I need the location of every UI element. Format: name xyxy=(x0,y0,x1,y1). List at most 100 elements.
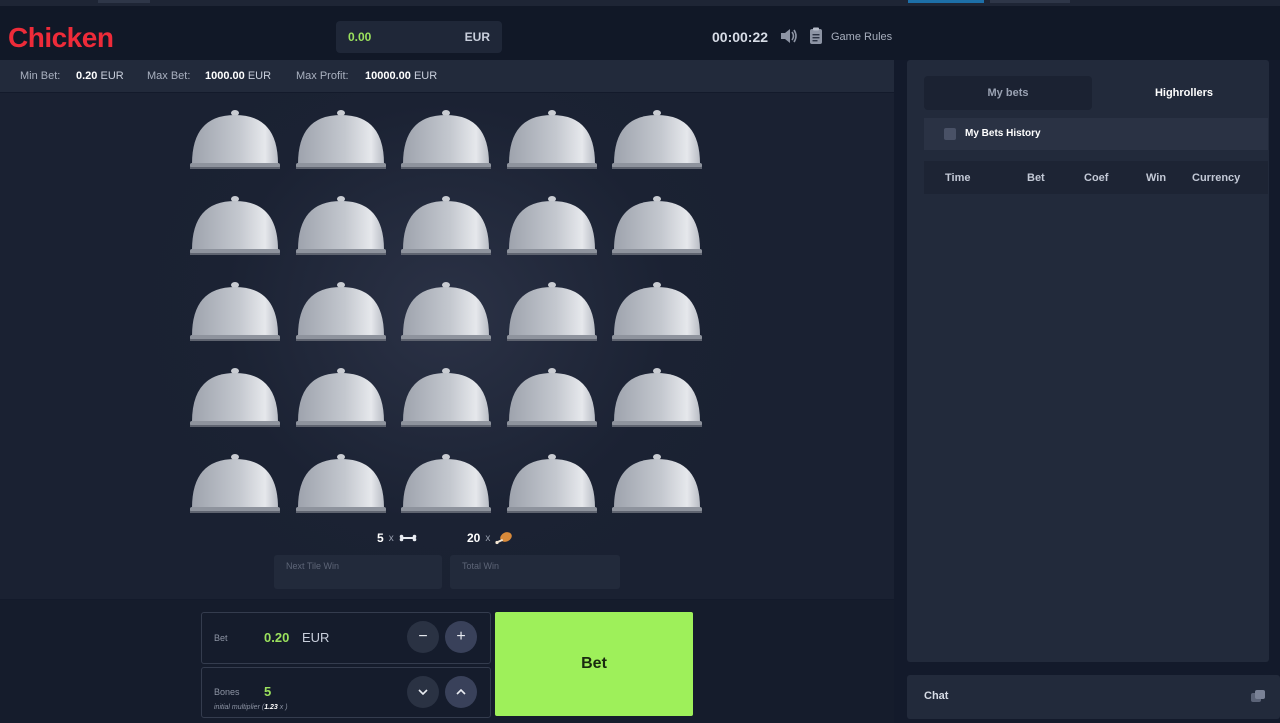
balance-value: 0.00 xyxy=(348,30,372,44)
bones-value[interactable]: 5 xyxy=(264,684,271,699)
cloche-icon xyxy=(612,196,702,255)
cloche-icon xyxy=(612,282,702,341)
clipboard-icon[interactable] xyxy=(809,27,823,45)
bets-panel: My bets Highrollers My Bets History Time… xyxy=(907,60,1269,662)
chevron-up-icon xyxy=(456,689,466,695)
bet-button[interactable]: Bet xyxy=(495,612,693,716)
tab-my-bets[interactable]: My bets xyxy=(924,76,1092,110)
decrease-bet-button[interactable]: − xyxy=(407,621,439,653)
chat-bar[interactable]: Chat xyxy=(907,675,1280,719)
cloche-tile[interactable] xyxy=(505,281,599,343)
max-profit-amount: 10000.00 xyxy=(365,70,411,82)
cloche-icon xyxy=(190,454,280,513)
total-win-placeholder: Total Win xyxy=(462,561,500,571)
bones-control: Bones 5 initial multiplier (1.23 x ) xyxy=(201,667,491,718)
max-bet-currency: EUR xyxy=(247,70,272,82)
cloche-tile[interactable] xyxy=(610,281,704,343)
column-win: Win xyxy=(1146,172,1167,184)
chat-bubble-icon[interactable] xyxy=(1250,689,1266,705)
cloche-icon xyxy=(190,196,280,255)
increase-bet-button[interactable]: + xyxy=(445,621,477,653)
cloche-tile[interactable] xyxy=(294,367,388,429)
next-tile-win-placeholder: Next Tile Win xyxy=(286,561,340,571)
cloche-tile[interactable] xyxy=(399,195,493,257)
multiplier-value: 1.23 xyxy=(264,704,278,711)
balance-currency: EUR xyxy=(464,30,490,44)
cloche-tile[interactable] xyxy=(294,281,388,343)
cloche-tile[interactable] xyxy=(188,367,282,429)
chat-label: Chat xyxy=(924,690,949,702)
top-strip-segment xyxy=(990,0,1070,3)
cloche-icon xyxy=(295,282,386,341)
max-profit-currency: EUR xyxy=(413,70,438,82)
cloche-icon xyxy=(401,368,491,427)
cloche-tile[interactable] xyxy=(610,367,704,429)
cloche-icon xyxy=(506,110,597,169)
cloche-tile[interactable] xyxy=(399,453,493,515)
cloche-icon xyxy=(190,368,280,427)
cloche-tile[interactable] xyxy=(610,109,704,171)
chevron-down-icon xyxy=(418,689,428,695)
bet-amount-value[interactable]: 0.20 xyxy=(264,630,289,645)
cloche-tile[interactable] xyxy=(505,109,599,171)
cloche-tile[interactable] xyxy=(505,367,599,429)
column-bet: Bet xyxy=(1027,172,1045,184)
bet-amount-currency: EUR xyxy=(302,630,330,645)
cloche-icon xyxy=(612,368,702,427)
cloche-tile[interactable] xyxy=(610,195,704,257)
cloche-icon xyxy=(506,196,597,255)
game-rules-link[interactable]: Game Rules xyxy=(831,31,892,43)
min-bet-label: Min Bet: xyxy=(20,70,61,82)
bones-count: 5 xyxy=(377,531,384,545)
cloche-icon xyxy=(190,282,280,341)
cloche-tile[interactable] xyxy=(188,195,282,257)
cloche-tile[interactable] xyxy=(294,195,388,257)
decrease-bones-button[interactable] xyxy=(407,676,439,708)
cloche-tile[interactable] xyxy=(610,453,704,515)
cloche-tile[interactable] xyxy=(399,109,493,171)
cloche-tile[interactable] xyxy=(399,281,493,343)
list-icon xyxy=(944,128,956,140)
column-currency: Currency xyxy=(1192,172,1241,184)
cloche-tile[interactable] xyxy=(505,195,599,257)
cloche-icon xyxy=(401,282,491,341)
cloche-tile[interactable] xyxy=(188,281,282,343)
bones-label: Bones xyxy=(214,687,240,697)
cloche-icon xyxy=(295,454,386,513)
bets-history-title: My Bets History xyxy=(965,128,1041,139)
cloche-icon xyxy=(190,110,280,169)
max-bet-amount: 1000.00 xyxy=(205,70,245,82)
column-time: Time xyxy=(945,172,971,184)
cloche-icon xyxy=(506,454,597,513)
bones-counter: 5 x xyxy=(377,531,417,545)
bet-limits-bar: Min Bet: 0.20 EUR Max Bet: 1000.00 EUR M… xyxy=(0,60,894,92)
header: Chicken 0.00 EUR 00:00:22 Game Rules xyxy=(0,6,1280,60)
top-strip-segment xyxy=(98,0,150,3)
cloche-tile[interactable] xyxy=(399,367,493,429)
column-coef: Coef xyxy=(1084,172,1109,184)
bet-amount-control: Bet 0.20 EUR − + xyxy=(201,612,491,664)
balance-display: 0.00 EUR xyxy=(336,21,502,53)
max-bet-label: Max Bet: xyxy=(147,70,191,82)
cloche-icon xyxy=(401,454,491,513)
multiplier-label: initial multiplier ( xyxy=(214,704,265,711)
multiply-sign: x xyxy=(485,532,491,544)
speaker-icon[interactable] xyxy=(780,28,798,44)
min-bet-amount: 0.20 xyxy=(76,70,98,82)
bets-history-header[interactable]: My Bets History xyxy=(924,118,1268,150)
increase-bones-button[interactable] xyxy=(445,676,477,708)
tab-highrollers[interactable]: Highrollers xyxy=(1100,76,1268,110)
cloche-tile[interactable] xyxy=(294,109,388,171)
bets-tabs: My bets Highrollers xyxy=(924,76,1268,110)
cloche-icon xyxy=(295,368,386,427)
cloche-tile[interactable] xyxy=(505,453,599,515)
multiply-sign: x xyxy=(388,532,394,544)
cloche-icon xyxy=(295,110,386,169)
cloche-tile[interactable] xyxy=(188,109,282,171)
cloche-tile[interactable] xyxy=(188,453,282,515)
cloche-icon xyxy=(401,196,491,255)
session-timer: 00:00:22 xyxy=(712,29,769,45)
cloche-tile[interactable] xyxy=(294,453,388,515)
max-profit-label: Max Profit: xyxy=(296,70,349,82)
bet-amount-label: Bet xyxy=(214,633,228,643)
